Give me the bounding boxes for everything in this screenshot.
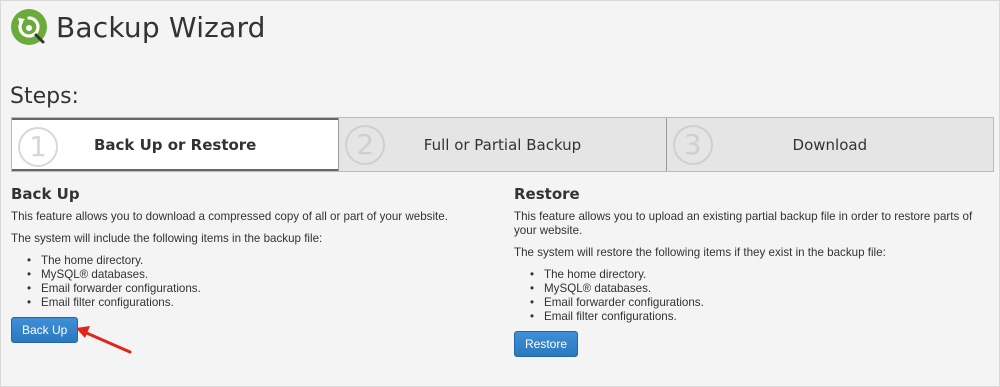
step-download: 3 Download	[665, 118, 993, 171]
restore-description: This feature allows you to upload an exi…	[514, 210, 973, 237]
restore-items-list: The home directory. MySQL® databases. Em…	[530, 268, 994, 324]
restore-title: Restore	[514, 185, 580, 203]
restore-button[interactable]: Restore	[514, 331, 579, 357]
red-arrow-annotation	[76, 326, 132, 354]
backup-items-list: The home directory. MySQL® databases. Em…	[27, 254, 491, 310]
list-item: Email filter configurations.	[27, 296, 491, 310]
backup-description: This feature allows you to download a co…	[11, 210, 448, 223]
steps-progress-bar: 1 Back Up or Restore 2 Full or Partial B…	[11, 117, 994, 172]
list-item: MySQL® databases.	[27, 268, 491, 282]
list-item: Email filter configurations.	[530, 310, 994, 324]
restore-list-intro: The system will restore the following it…	[514, 246, 886, 259]
page-header: Backup Wizard	[10, 6, 266, 48]
list-item: Email forwarder configurations.	[530, 296, 994, 310]
step-label: Back Up or Restore	[93, 135, 257, 154]
step-full-or-partial-backup: 2 Full or Partial Backup	[338, 118, 666, 171]
step-number-1: 1	[18, 127, 58, 167]
list-item: The home directory.	[27, 254, 491, 268]
list-item: The home directory.	[530, 268, 994, 282]
step-number-2: 2	[345, 125, 386, 165]
step-label: Download	[792, 135, 868, 154]
back-up-button[interactable]: Back Up	[11, 317, 79, 343]
step-back-up-or-restore: 1 Back Up or Restore	[12, 118, 339, 171]
backup-list-intro: The system will include the following it…	[11, 232, 323, 245]
backup-restore-icon	[10, 8, 48, 46]
list-item: MySQL® databases.	[530, 282, 994, 296]
backup-title: Back Up	[11, 185, 80, 203]
restore-section: Restore This feature allows you to uploa…	[514, 185, 994, 357]
step-number-3: 3	[672, 125, 713, 165]
step-label: Full or Partial Backup	[423, 135, 582, 154]
steps-heading: Steps:	[10, 84, 79, 109]
page-title: Backup Wizard	[56, 10, 266, 44]
list-item: Email forwarder configurations.	[27, 282, 491, 296]
